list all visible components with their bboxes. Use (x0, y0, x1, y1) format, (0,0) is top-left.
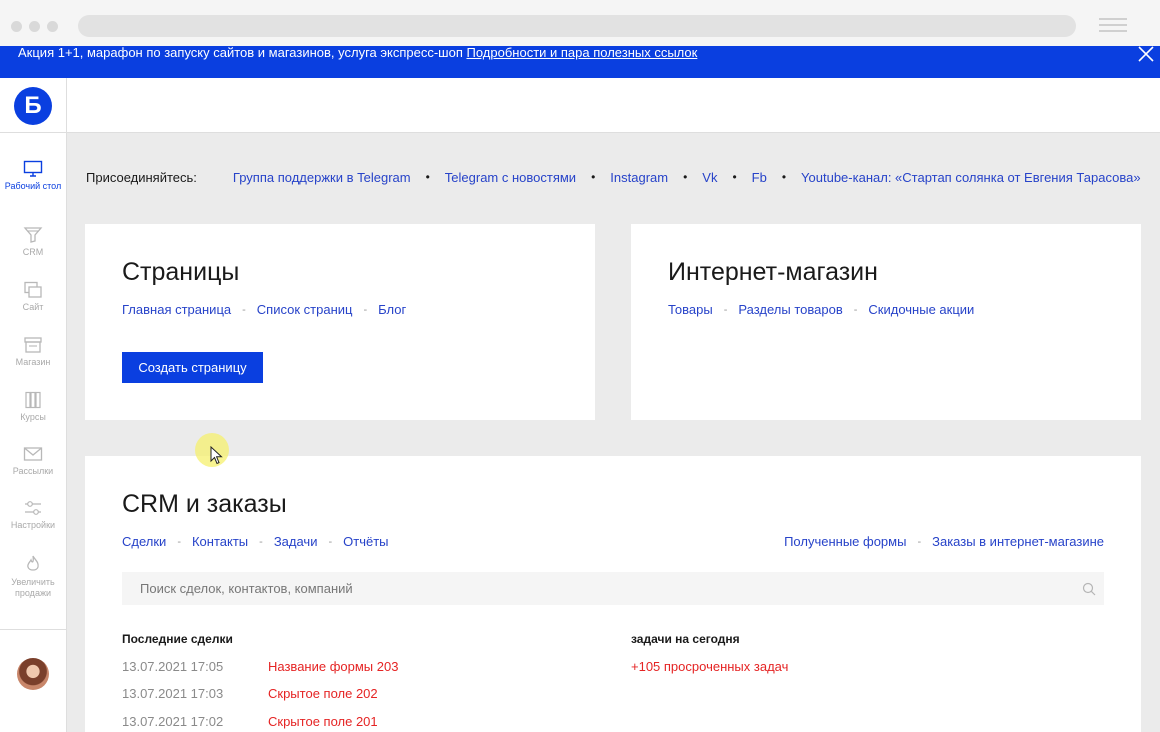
deal-date: 13.07.2021 17:02 (122, 714, 224, 729)
youtube-link[interactable]: Youtube-канал: «Стартап солянка от Евген… (801, 170, 1141, 185)
avatar[interactable] (17, 658, 49, 690)
deal-date: 13.07.2021 17:03 (122, 686, 224, 701)
pages-title: Страницы (122, 258, 240, 286)
separator: - (177, 535, 181, 548)
promo-details-link[interactable]: Подробности и пара полезных ссылок (467, 45, 698, 60)
sidebar-item-courses[interactable]: Курсы (0, 391, 66, 423)
bullet: • (732, 170, 737, 184)
products-link[interactable]: Товары (668, 302, 713, 317)
separator: - (723, 303, 728, 316)
reports-link[interactable]: Отчёты (343, 534, 388, 549)
shop-card: Интернет-магазин Товары - Разделы товаро… (631, 224, 1141, 420)
product-sections-link[interactable]: Разделы товаров (738, 302, 842, 317)
windows-icon (24, 281, 42, 298)
vk-link[interactable]: Vk (702, 170, 717, 185)
deal-name-link[interactable]: Скрытое поле 201 (268, 714, 378, 729)
logo[interactable]: Б (14, 87, 52, 125)
pages-links: Главная страница - Список страниц - Блог (122, 302, 406, 317)
sliders-icon (25, 501, 41, 515)
home-page-link[interactable]: Главная страница (122, 302, 231, 317)
crm-links: Сделки - Контакты - Задачи - Отчёты (122, 534, 389, 549)
sidebar-item-settings[interactable]: Настройки (0, 499, 66, 531)
search-icon[interactable] (1082, 582, 1096, 596)
sidebar-item-boost-sales[interactable]: Увеличить продажи (0, 554, 66, 599)
sidebar-divider (0, 629, 66, 630)
browser-chrome (0, 0, 1160, 46)
funnel-icon (23, 227, 43, 243)
sidebar: Б Рабочий стол CRM Сайт Магазин Курсы Ра… (0, 78, 67, 732)
cursor-icon (210, 446, 223, 465)
envelope-icon (23, 447, 43, 461)
flame-icon (27, 555, 39, 571)
deals-link[interactable]: Сделки (122, 534, 166, 549)
sidebar-item-label: CRM (22, 247, 44, 257)
shop-links: Товары - Разделы товаров - Скидочные акц… (668, 302, 974, 317)
bullet: • (683, 170, 688, 184)
create-page-button[interactable]: Создать страницу (122, 352, 263, 383)
sidebar-item-label: Курсы (20, 412, 46, 422)
sidebar-item-site[interactable]: Сайт (0, 281, 66, 313)
separator: - (242, 303, 246, 316)
deal-name-link[interactable]: Скрытое поле 202 (268, 686, 378, 701)
shop-title: Интернет-магазин (668, 258, 878, 286)
pages-card: Страницы Главная страница - Список стран… (85, 224, 595, 420)
overdue-tasks-link[interactable]: +105 просроченных задач (631, 659, 788, 674)
sidebar-item-label: Рабочий стол (4, 181, 62, 191)
monitor-icon (23, 160, 43, 177)
search-input[interactable] (122, 572, 1072, 605)
crm-links-right: Полученные формы - Заказы в интернет-маг… (784, 534, 1104, 549)
promo-text: Акция 1+1, марафон по запуску сайтов и м… (18, 45, 697, 60)
crm-title: CRM и заказы (122, 490, 287, 518)
deal-name-link[interactable]: Название формы 203 (268, 659, 398, 674)
discounts-link[interactable]: Скидочные акции (868, 302, 974, 317)
join-label: Присоединяйтесь: (86, 169, 197, 185)
sidebar-item-crm[interactable]: CRM (0, 226, 66, 258)
instagram-link[interactable]: Instagram (610, 170, 668, 185)
bullet: • (425, 170, 430, 184)
shop-orders-link[interactable]: Заказы в интернет-магазине (932, 534, 1104, 549)
separator: - (917, 535, 922, 548)
browser-menu-icon[interactable] (1099, 18, 1127, 34)
top-bar (67, 78, 1160, 133)
recent-deals-header: Последние сделки (122, 632, 233, 646)
received-forms-link[interactable]: Полученные формы (784, 534, 906, 549)
sidebar-item-mailings[interactable]: Рассылки (0, 445, 66, 477)
bullet: • (781, 170, 787, 184)
sidebar-item-label: Сайт (22, 302, 44, 312)
store-icon (24, 337, 42, 353)
deal-date: 13.07.2021 17:05 (122, 659, 224, 674)
separator: - (259, 535, 263, 548)
sidebar-item-label: Увеличить продажи (11, 577, 55, 598)
today-tasks-header: задачи на сегодня (631, 632, 740, 646)
contacts-link[interactable]: Контакты (192, 534, 248, 549)
crm-search (122, 572, 1104, 605)
sidebar-item-shop[interactable]: Магазин (0, 336, 66, 368)
tasks-link[interactable]: Задачи (274, 534, 318, 549)
close-icon[interactable] (1136, 46, 1156, 64)
sidebar-divider (0, 132, 66, 133)
social-links: Присоединяйтесь: Группа поддержки в Tele… (86, 168, 1141, 186)
fb-link[interactable]: Fb (752, 170, 767, 185)
telegram-news-link[interactable]: Telegram с новостями (445, 170, 576, 185)
sidebar-item-label: Рассылки (12, 466, 54, 476)
sidebar-item-desktop[interactable]: Рабочий стол (0, 160, 66, 192)
window-dot (47, 21, 58, 32)
window-dot (11, 21, 22, 32)
separator: - (328, 535, 333, 548)
sidebar-item-label: Магазин (15, 357, 51, 367)
crm-card: CRM и заказы Сделки - Контакты - Задачи … (85, 456, 1141, 732)
books-icon (25, 391, 41, 409)
address-bar[interactable] (78, 15, 1076, 37)
sidebar-item-label: Настройки (10, 520, 56, 530)
separator: - (363, 303, 368, 316)
telegram-support-link[interactable]: Группа поддержки в Telegram (233, 170, 411, 185)
window-dot (29, 21, 40, 32)
pages-list-link[interactable]: Список страниц (257, 302, 353, 317)
bullet: • (591, 170, 596, 184)
promo-banner: Акция 1+1, марафон по запуску сайтов и м… (0, 45, 1160, 78)
promo-message: Акция 1+1, марафон по запуску сайтов и м… (18, 45, 463, 60)
separator: - (853, 303, 858, 316)
blog-link[interactable]: Блог (378, 302, 406, 317)
